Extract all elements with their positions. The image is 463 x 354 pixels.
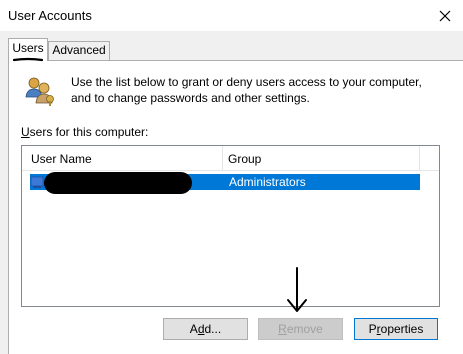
user-accounts-window: User Accounts Users Advanced Use the lis… <box>0 0 463 354</box>
title-bar[interactable]: User Accounts <box>0 0 463 31</box>
close-icon <box>439 10 451 22</box>
list-label-rest: sers for this computer: <box>29 125 149 139</box>
add-button[interactable]: Add... <box>163 318 248 340</box>
handdrawn-underline-mark <box>13 57 43 62</box>
users-list-label: Users for this computer: <box>21 125 148 139</box>
list-label-mnemonic: U <box>21 125 30 139</box>
column-separator[interactable] <box>419 146 420 170</box>
users-icon <box>25 77 54 106</box>
description-line-1: Use the list below to grant or deny user… <box>71 75 422 89</box>
column-header-group[interactable]: Group <box>228 152 261 166</box>
users-listview[interactable]: User Name Group Administrators <box>21 145 440 307</box>
column-separator[interactable] <box>222 146 223 170</box>
column-header-user-name[interactable]: User Name <box>31 152 92 166</box>
arrow-down-annotation <box>287 267 307 312</box>
description-text: Use the list below to grant or deny user… <box>71 74 451 106</box>
close-button[interactable] <box>430 4 460 28</box>
tab-users-label: Users <box>12 41 44 55</box>
redacted-user-name <box>44 172 192 194</box>
row-group-value: Administrators <box>229 175 306 189</box>
tab-advanced[interactable]: Advanced <box>48 41 110 60</box>
user-icon <box>30 176 44 188</box>
properties-button[interactable]: Properties <box>354 318 438 340</box>
listview-header: User Name Group <box>22 146 439 171</box>
tab-advanced-label: Advanced <box>52 43 106 57</box>
table-row[interactable]: Administrators <box>30 172 420 194</box>
description-line-2: and to change passwords and other settin… <box>71 91 310 105</box>
remove-button[interactable]: Remove <box>258 318 343 340</box>
window-title: User Accounts <box>8 8 92 23</box>
